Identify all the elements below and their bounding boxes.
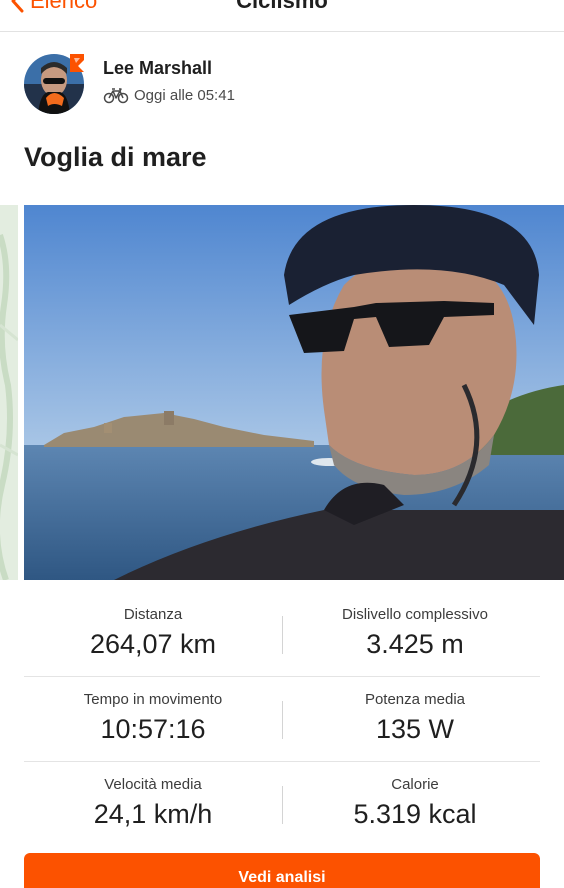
stat-value: 3.425 m — [366, 629, 464, 659]
stat-label: Velocità media — [104, 776, 202, 793]
stat-value: 135 W — [375, 714, 455, 744]
route-map-preview[interactable] — [0, 205, 18, 580]
stat-label: Potenza media — [364, 691, 466, 708]
activity-photo[interactable] — [24, 205, 564, 580]
strava-badge-icon — [70, 54, 84, 72]
page-title: Ciclismo — [236, 0, 328, 13]
activity-timestamp: Oggi alle 05:41 — [134, 87, 235, 104]
stats-grid: Distanza 264,07 km Dislivello complessiv… — [24, 592, 540, 847]
stats-row: Distanza 264,07 km Dislivello complessiv… — [24, 592, 540, 677]
stats-row: Tempo in movimento 10:57:16 Potenza medi… — [24, 677, 540, 762]
stat-value: 10:57:16 — [100, 714, 206, 744]
divider — [282, 616, 283, 654]
stat-label: Tempo in movimento — [83, 691, 223, 708]
divider — [282, 786, 283, 824]
stat-value: 264,07 km — [89, 629, 217, 659]
stat-moving-time: Tempo in movimento 10:57:16 — [24, 691, 282, 745]
bike-icon — [103, 87, 129, 103]
stat-label: Distanza — [123, 606, 183, 623]
stat-average-speed: Velocità media 24,1 km/h — [24, 776, 282, 830]
activity-title: Voglia di mare — [24, 142, 207, 172]
stat-distance: Distanza 264,07 km — [24, 606, 282, 660]
athlete-name[interactable]: Lee Marshall — [103, 58, 235, 79]
navigation-bar: Elenco Ciclismo — [0, 0, 564, 32]
stat-calories: Calorie 5.319 kcal — [286, 776, 544, 830]
athlete-header: Lee Marshall Oggi alle 05:41 — [24, 54, 235, 114]
avatar[interactable] — [24, 54, 84, 114]
view-analysis-button[interactable]: Vedi analisi — [24, 853, 540, 888]
divider — [282, 701, 283, 739]
stat-value: 24,1 km/h — [93, 799, 213, 829]
stat-label: Dislivello complessivo — [342, 606, 488, 623]
stat-value: 5.319 kcal — [353, 799, 477, 829]
stat-elevation-gain: Dislivello complessivo 3.425 m — [286, 606, 544, 660]
stat-average-power: Potenza media 135 W — [286, 691, 544, 745]
stats-row: Velocità media 24,1 km/h Calorie 5.319 k… — [24, 762, 540, 847]
stat-label: Calorie — [391, 776, 439, 793]
